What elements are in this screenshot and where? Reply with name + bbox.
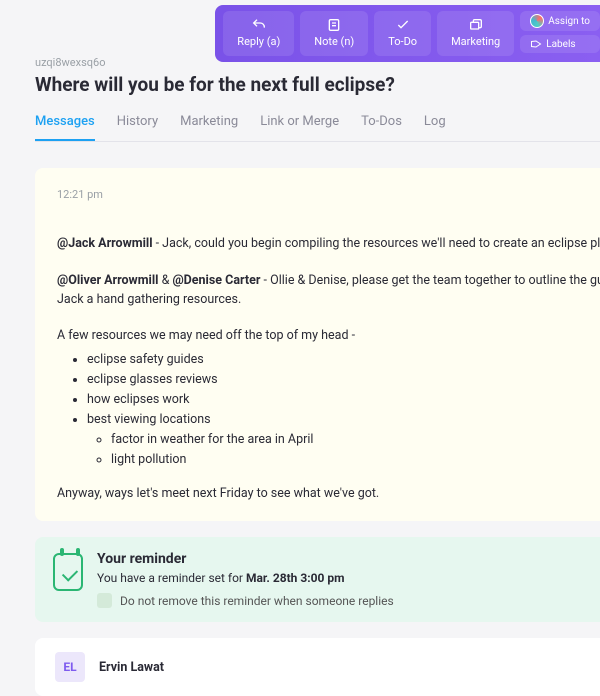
message-line-2: @Oliver Arrowmill & @Denise Carter - Oll… <box>57 272 600 310</box>
text-1: - Jack, could you begin compiling the re… <box>153 236 600 251</box>
resource-list: eclipse safety guides eclipse glasses re… <box>57 350 600 470</box>
reply-button[interactable]: Reply (a) <box>223 11 294 56</box>
message-line-1: @Jack Arrowmill - Jack, could you begin … <box>57 235 600 254</box>
person-card[interactable]: EL Ervin Lawat <box>35 638 600 696</box>
resource-item: eclipse glasses reviews <box>87 370 600 390</box>
resource-sublist: factor in weather for the area in April … <box>87 430 600 470</box>
todo-icon <box>395 17 411 33</box>
resource-subitem: light pollution <box>111 450 600 470</box>
tab-link-merge[interactable]: Link or Merge <box>260 114 339 141</box>
message-closing: Anyway, ways let's meet next Friday to s… <box>57 486 600 501</box>
note-icon <box>326 17 342 33</box>
reminder-body: Your reminder You have a reminder set fo… <box>97 551 394 608</box>
tab-bar: Messages History Marketing Link or Merge… <box>35 114 600 142</box>
message-time: 12:21 pm <box>57 188 600 201</box>
tab-marketing[interactable]: Marketing <box>180 114 238 141</box>
reminder-card: Your reminder You have a reminder set fo… <box>35 537 600 622</box>
labels-label: Labels <box>546 39 575 50</box>
calendar-check-icon <box>53 553 83 591</box>
resource-item: how eclipses work <box>87 390 600 410</box>
reply-icon <box>251 17 267 33</box>
marketing-button[interactable]: Marketing <box>437 11 514 56</box>
mention-jack[interactable]: @Jack Arrowmill <box>57 236 153 251</box>
assign-button[interactable]: Assign to <box>520 11 600 31</box>
note-label: Note (n) <box>314 35 354 48</box>
assign-label: Assign to <box>548 16 590 27</box>
toolbar-side-stack: Assign to Labels <box>520 11 600 56</box>
main-content: uzqi8wexsq6o Where will you be for the n… <box>0 0 600 696</box>
resources-intro: A few resources we may need off the top … <box>57 327 600 346</box>
action-toolbar: Reply (a) Note (n) To-Do Marketing Assig… <box>215 5 600 62</box>
note-button[interactable]: Note (n) <box>300 11 368 56</box>
person-name: Ervin Lawat <box>99 660 164 675</box>
reply-label: Reply (a) <box>237 35 280 48</box>
reminder-checkbox-row[interactable]: Do not remove this reminder when someone… <box>97 593 394 608</box>
message-card: 12:21 pm @Jack Arrowmill - Jack, could y… <box>35 168 600 521</box>
labels-icon <box>530 38 542 50</box>
marketing-icon <box>468 17 484 33</box>
mention-oliver[interactable]: @Oliver Arrowmill <box>57 273 158 288</box>
marketing-label: Marketing <box>451 35 500 48</box>
tab-log[interactable]: Log <box>424 114 446 141</box>
reminder-text: You have a reminder set for Mar. 28th 3:… <box>97 571 394 585</box>
resource-subitem: factor in weather for the area in April <box>111 430 600 450</box>
page-title: Where will you be for the next full ecli… <box>35 73 600 96</box>
amp: & <box>158 273 172 288</box>
resource-item: eclipse safety guides <box>87 350 600 370</box>
person-avatar: EL <box>55 652 85 682</box>
assign-avatar-icon <box>530 14 544 28</box>
reminder-checkbox[interactable] <box>97 593 112 608</box>
todo-button[interactable]: To-Do <box>374 11 431 56</box>
resource-item-text: best viewing locations <box>87 412 211 427</box>
todo-label: To-Do <box>388 35 417 48</box>
tab-todos[interactable]: To-Dos <box>361 114 402 141</box>
reminder-heading: Your reminder <box>97 551 394 567</box>
reminder-prefix: You have a reminder set for <box>97 571 246 585</box>
reminder-date: Mar. 28th 3:00 pm <box>246 571 345 585</box>
labels-button[interactable]: Labels <box>520 35 600 53</box>
resource-item: best viewing locations factor in weather… <box>87 410 600 470</box>
reminder-checkbox-label: Do not remove this reminder when someone… <box>120 594 394 608</box>
tab-history[interactable]: History <box>117 114 158 141</box>
tab-messages[interactable]: Messages <box>35 114 95 141</box>
mention-denise[interactable]: @Denise Carter <box>172 273 260 288</box>
